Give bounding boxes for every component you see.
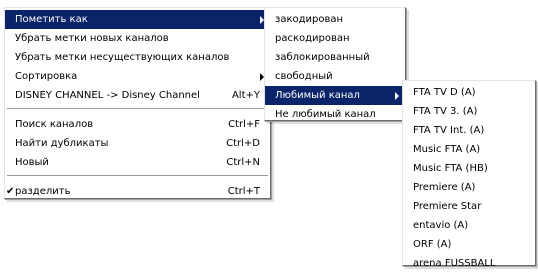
menu-item-label: Premiere (A) (413, 182, 476, 193)
menu-item-label: Любимый канал (275, 90, 360, 101)
menu-item-label: свободный (275, 71, 333, 82)
menu-item-shortcut: Alt+Y (231, 90, 260, 101)
menu-item-label: Убрать метки несуществующих каналов (15, 52, 230, 63)
submenu-arrow-icon (395, 92, 399, 100)
menu-item-label: FTA TV 3. (A) (413, 106, 478, 117)
menu-item-label: заблокированный (275, 52, 370, 63)
menu-item-not-favorite-channel[interactable]: Не любимый канал (265, 105, 405, 124)
menu-item-favorite-list[interactable]: entavio (A) (403, 216, 535, 235)
menu-item-shortcut: Ctrl+D (226, 138, 260, 149)
menu-item-label: закодирован (275, 14, 344, 25)
menu-item-favorite-list[interactable]: FTA TV 3. (A) (403, 102, 535, 121)
menu-item-shortcut: Ctrl+N (226, 157, 260, 168)
menu-item-sort[interactable]: Сортировка (5, 67, 270, 86)
menu-item-favorite-list[interactable]: Premiere Star (403, 197, 535, 216)
menu-item-label: разделить (15, 186, 71, 197)
menu-item-label: FTA TV D (A) (413, 87, 476, 98)
menu-item-label: Сортировка (15, 71, 78, 82)
context-menu-main: Пометить как Убрать метки новых каналов … (4, 7, 271, 199)
menu-item-clear-new-marks[interactable]: Убрать метки новых каналов (5, 29, 270, 48)
favorites-submenu: FTA TV D (A) FTA TV 3. (A) FTA TV Int. (… (402, 80, 536, 269)
menu-item-search-channels[interactable]: Поиск каналов Ctrl+F (5, 115, 270, 134)
menu-item-split[interactable]: ✔ разделить Ctrl+T (5, 182, 270, 201)
menu-item-shortcut: Ctrl+T (227, 186, 260, 197)
menu-item-find-duplicates[interactable]: Найти дубликаты Ctrl+D (5, 134, 270, 153)
menu-item-label: arena FUSSBALL (413, 258, 496, 269)
menu-item-favorite-list[interactable]: Music FTA (HB) (403, 159, 535, 178)
menu-item-mark-as[interactable]: Пометить как (5, 10, 270, 29)
mark-as-submenu: закодирован раскодирован заблокированный… (264, 7, 406, 121)
menu-item-label: ORF (A) (413, 239, 452, 250)
menu-item-label: Убрать метки новых каналов (15, 33, 169, 44)
menu-separator (7, 108, 268, 111)
menu-item-decrypted[interactable]: раскодирован (265, 29, 405, 48)
menu-item-locked[interactable]: заблокированный (265, 48, 405, 67)
menu-item-favorite-list[interactable]: ORF (A) (403, 235, 535, 254)
menu-item-label: Premiere Star (413, 201, 482, 212)
menu-item-favorite-list[interactable]: FTA TV D (A) (403, 83, 535, 102)
menu-item-favorite-channel[interactable]: Любимый канал (265, 86, 405, 105)
menu-item-favorite-list[interactable]: Premiere (A) (403, 178, 535, 197)
menu-item-free[interactable]: свободный (265, 67, 405, 86)
menu-item-favorite-list[interactable]: Music FTA (A) (403, 140, 535, 159)
menu-item-favorite-list[interactable]: FTA TV Int. (A) (403, 121, 535, 140)
menu-item-label: Music FTA (A) (413, 144, 481, 155)
menu-separator (7, 175, 268, 178)
menu-item-label: Найти дубликаты (15, 138, 109, 149)
menu-item-encrypted[interactable]: закодирован (265, 10, 405, 29)
menu-item-label: Пометить как (15, 14, 88, 25)
menu-item-favorite-list[interactable]: arena FUSSBALL (403, 254, 535, 273)
menu-item-label: DISNEY CHANNEL -> Disney Channel (15, 90, 200, 101)
checkmark-icon: ✔ (6, 186, 15, 197)
menu-item-label: Music FTA (HB) (413, 163, 488, 174)
menu-item-label: entavio (A) (413, 220, 469, 231)
menu-item-shortcut: Ctrl+F (228, 119, 260, 130)
menu-item-new[interactable]: Новый Ctrl+N (5, 153, 270, 172)
menu-item-rename-disney[interactable]: DISNEY CHANNEL -> Disney Channel Alt+Y (5, 86, 270, 105)
menu-item-label: Новый (15, 157, 49, 168)
menu-item-label: раскодирован (275, 33, 350, 44)
menu-item-clear-missing-marks[interactable]: Убрать метки несуществующих каналов (5, 48, 270, 67)
menu-item-label: Поиск каналов (15, 119, 94, 130)
menu-item-label: Не любимый канал (275, 109, 376, 120)
menu-item-label: FTA TV Int. (A) (413, 125, 485, 136)
